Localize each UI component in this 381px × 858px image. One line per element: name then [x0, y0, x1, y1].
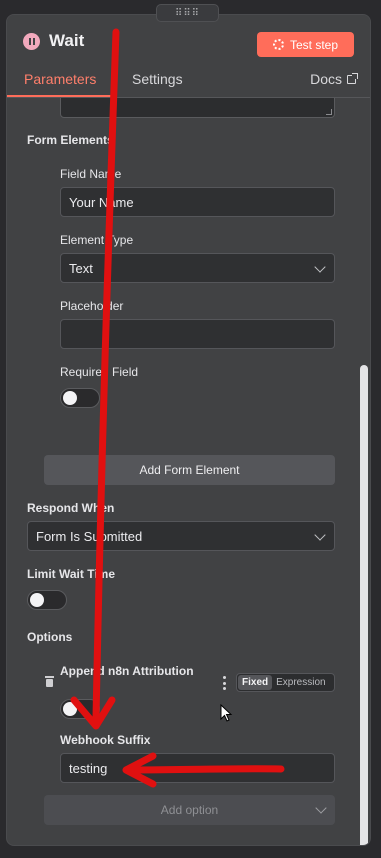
mode-expression[interactable]: Expression: [272, 675, 329, 690]
element-type-value: Text: [69, 260, 93, 276]
element-type-label: Element Type: [60, 233, 134, 247]
test-step-button[interactable]: Test step: [257, 32, 354, 57]
grip-dots-icon: ⠿⠿⠿: [175, 7, 200, 19]
add-option-button[interactable]: Add option: [44, 795, 335, 825]
chevron-down-icon: [315, 802, 327, 814]
node-title[interactable]: Wait: [49, 31, 84, 51]
limit-wait-label: Limit Wait Time: [27, 567, 116, 581]
test-step-label: Test step: [289, 37, 339, 52]
tab-bar: Parameters Settings Docs: [7, 71, 370, 98]
pause-icon: [23, 32, 40, 50]
mode-fixed[interactable]: Fixed: [238, 675, 273, 690]
resize-grip-icon[interactable]: [326, 109, 332, 115]
docs-link[interactable]: Docs: [310, 71, 358, 87]
add-option-label: Add option: [160, 803, 219, 817]
external-link-icon: [347, 72, 358, 84]
node-details-panel: Wait Test step Parameters Settings Docs …: [6, 14, 371, 846]
tab-parameters[interactable]: Parameters: [24, 71, 96, 87]
tab-settings[interactable]: Settings: [132, 71, 183, 87]
chevron-down-icon: [314, 529, 326, 541]
add-form-element-button[interactable]: Add Form Element: [44, 455, 335, 485]
app-stage: ⠿⠿⠿ Wait Test step Parameters Settings D…: [0, 0, 381, 858]
respond-when-value: Form Is Submitted: [36, 528, 143, 544]
form-elements-label: Form Elements: [27, 133, 114, 147]
placeholder-label: Placeholder: [60, 299, 124, 313]
webhook-suffix-label: Webhook Suffix: [60, 733, 151, 747]
more-options-icon[interactable]: [223, 676, 227, 690]
respond-when-select[interactable]: Form Is Submitted: [27, 521, 335, 551]
attribution-label: Append n8n Attribution: [60, 664, 194, 678]
limit-wait-toggle[interactable]: [27, 590, 67, 610]
fixed-expression-switch[interactable]: Fixed Expression: [236, 673, 335, 692]
attribution-toggle[interactable]: [60, 699, 100, 719]
placeholder-input[interactable]: [60, 319, 335, 349]
vertical-scrollbar[interactable]: [360, 365, 368, 845]
element-type-select[interactable]: Text: [60, 253, 335, 283]
required-field-toggle[interactable]: [60, 388, 100, 408]
drag-handle[interactable]: ⠿⠿⠿: [156, 4, 219, 22]
respond-when-label: Respond When: [27, 501, 115, 515]
active-tab-indicator: [7, 95, 111, 97]
field-name-input[interactable]: Your Name: [60, 187, 335, 217]
mouse-cursor-icon: [220, 704, 233, 722]
spinner-icon: [272, 39, 284, 50]
panel-header: Wait Test step Parameters Settings Docs: [7, 15, 370, 98]
options-label: Options: [27, 630, 73, 644]
docs-label: Docs: [310, 71, 342, 87]
text-area-field[interactable]: [60, 98, 335, 118]
webhook-suffix-input[interactable]: testing: [60, 753, 335, 783]
parameters-content[interactable]: Form Elements Field Name Your Name Eleme…: [7, 98, 370, 845]
chevron-down-icon: [314, 261, 326, 273]
field-name-label: Field Name: [60, 167, 122, 181]
title-row: Wait: [23, 31, 84, 51]
required-field-label: Required Field: [60, 365, 139, 379]
trash-icon[interactable]: [45, 676, 54, 687]
